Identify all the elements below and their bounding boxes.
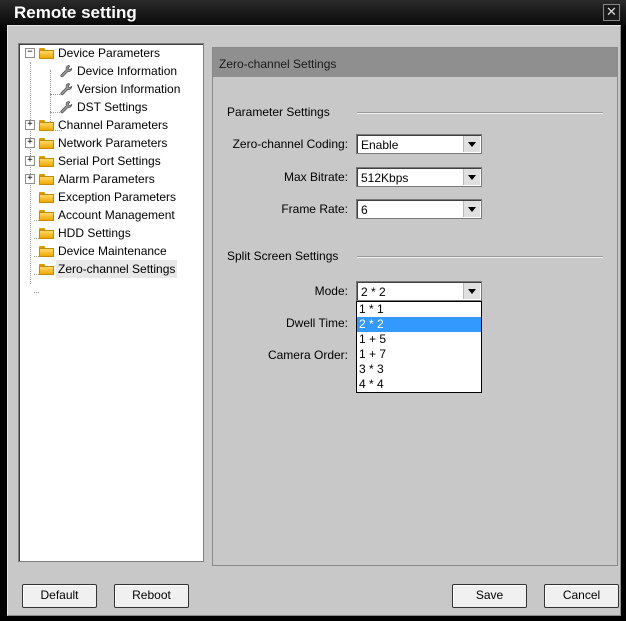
chevron-down-icon[interactable] xyxy=(463,169,480,185)
mode-option[interactable]: 1 + 5 xyxy=(357,332,481,347)
mode-label: Mode: xyxy=(314,284,348,298)
frame-rate-label: Frame Rate: xyxy=(281,202,348,216)
wrench-icon xyxy=(60,83,73,96)
expand-icon[interactable]: + xyxy=(25,174,35,184)
frame-rate-value: 6 xyxy=(361,203,368,217)
mode-option[interactable]: 4 * 4 xyxy=(357,377,481,392)
tree-item-label: Exception Parameters xyxy=(58,190,177,204)
parameter-settings-divider xyxy=(357,112,603,114)
split-screen-settings-title: Split Screen Settings xyxy=(227,249,339,263)
tree-item-label: Zero-channel Settings xyxy=(56,260,178,278)
wrench-icon xyxy=(60,101,73,114)
tree-item[interactable]: HDD Settings xyxy=(19,224,201,242)
wrench-icon xyxy=(60,65,73,78)
parameter-settings-title: Parameter Settings xyxy=(227,105,330,119)
save-button[interactable]: Save xyxy=(452,584,527,608)
tree-item-label: Serial Port Settings xyxy=(58,154,161,168)
tree-item[interactable]: + Alarm Parameters xyxy=(19,170,201,188)
folder-icon xyxy=(39,228,54,239)
expand-icon[interactable]: + xyxy=(25,156,35,166)
default-button[interactable]: Default xyxy=(22,584,97,608)
zero-channel-panel: Zero-channel Settings Parameter Settings… xyxy=(212,47,618,566)
mode-select[interactable]: 2 * 2 xyxy=(356,281,482,301)
tree-item[interactable]: + Serial Port Settings xyxy=(19,152,201,170)
tree-item-label: Device Information xyxy=(77,64,178,78)
tree-item[interactable]: Zero-channel Settings xyxy=(19,260,201,278)
max-bitrate-label: Max Bitrate: xyxy=(283,170,348,184)
panel-title: Zero-channel Settings xyxy=(219,57,337,71)
tree-item-label: Account Management xyxy=(58,208,175,222)
tree-item-label: Alarm Parameters xyxy=(58,172,155,186)
tree-item[interactable]: DST Settings xyxy=(19,98,201,116)
folder-icon xyxy=(39,174,54,185)
reboot-button[interactable]: Reboot xyxy=(114,584,189,608)
tree-item-label: Device Parameters xyxy=(58,46,161,60)
folder-icon xyxy=(39,120,54,131)
tree-item[interactable]: Device Maintenance xyxy=(19,242,201,260)
camera-order-label: Camera Order: xyxy=(267,348,348,362)
zero-channel-coding-label: Zero-channel Coding: xyxy=(232,137,348,151)
split-screen-settings-divider xyxy=(357,256,603,258)
title-bar: Remote setting ✕ xyxy=(0,0,626,25)
dialog-body: − Device Parameters Device Information Vers… xyxy=(7,25,621,616)
mode-option[interactable]: 1 + 7 xyxy=(357,347,481,362)
tree-item[interactable]: Account Management xyxy=(19,206,201,224)
tree-item-label: Network Parameters xyxy=(58,136,168,150)
tree-item-label: Device Maintenance xyxy=(58,244,167,258)
chevron-down-icon[interactable] xyxy=(463,136,480,152)
expand-icon[interactable]: + xyxy=(25,138,35,148)
folder-icon xyxy=(39,156,54,167)
panel-header: Zero-channel Settings xyxy=(213,48,617,77)
max-bitrate-value: 512Kbps xyxy=(361,171,409,185)
frame-rate-select[interactable]: 6 xyxy=(356,199,482,219)
close-icon: ✕ xyxy=(606,4,617,19)
max-bitrate-select[interactable]: 512Kbps xyxy=(356,167,482,187)
folder-icon xyxy=(39,246,54,257)
zero-channel-coding-select[interactable]: Enable xyxy=(356,134,482,154)
mode-option[interactable]: 1 * 1 xyxy=(357,302,481,317)
settings-tree[interactable]: − Device Parameters Device Information Vers… xyxy=(18,43,204,562)
expand-icon[interactable]: + xyxy=(25,120,35,130)
zero-channel-coding-value: Enable xyxy=(361,138,399,152)
mode-dropdown-list[interactable]: 1 * 12 * 21 + 51 + 73 * 34 * 4 xyxy=(356,301,482,393)
tree-item[interactable]: + Channel Parameters xyxy=(19,116,201,134)
tree-item[interactable]: Device Information xyxy=(19,62,201,80)
mode-option[interactable]: 2 * 2 xyxy=(357,317,481,332)
chevron-down-icon[interactable] xyxy=(463,283,480,299)
mode-option[interactable]: 3 * 3 xyxy=(357,362,481,377)
tree-item[interactable]: + Network Parameters xyxy=(19,134,201,152)
tree-item-label: DST Settings xyxy=(77,100,148,114)
folder-icon xyxy=(39,210,54,221)
folder-icon xyxy=(39,48,54,59)
tree-item-label: Channel Parameters xyxy=(58,118,169,132)
window-title: Remote setting xyxy=(14,3,137,22)
close-button[interactable]: ✕ xyxy=(603,4,620,21)
cancel-button[interactable]: Cancel xyxy=(544,584,619,608)
mode-value: 2 * 2 xyxy=(361,285,386,299)
collapse-icon[interactable]: − xyxy=(25,48,35,58)
tree-item-label: Version Information xyxy=(77,82,181,96)
remote-setting-window: Remote setting ✕ − Device Parameters Devic… xyxy=(0,0,626,621)
folder-icon xyxy=(39,138,54,149)
tree-item[interactable]: Version Information xyxy=(19,80,201,98)
folder-icon xyxy=(39,192,54,203)
tree-item[interactable]: − Device Parameters xyxy=(19,44,201,62)
tree-item[interactable]: Exception Parameters xyxy=(19,188,201,206)
folder-icon xyxy=(39,264,54,275)
chevron-down-icon[interactable] xyxy=(463,201,480,217)
tree-item-label: HDD Settings xyxy=(58,226,131,240)
dwell-time-label: Dwell Time: xyxy=(285,316,348,330)
